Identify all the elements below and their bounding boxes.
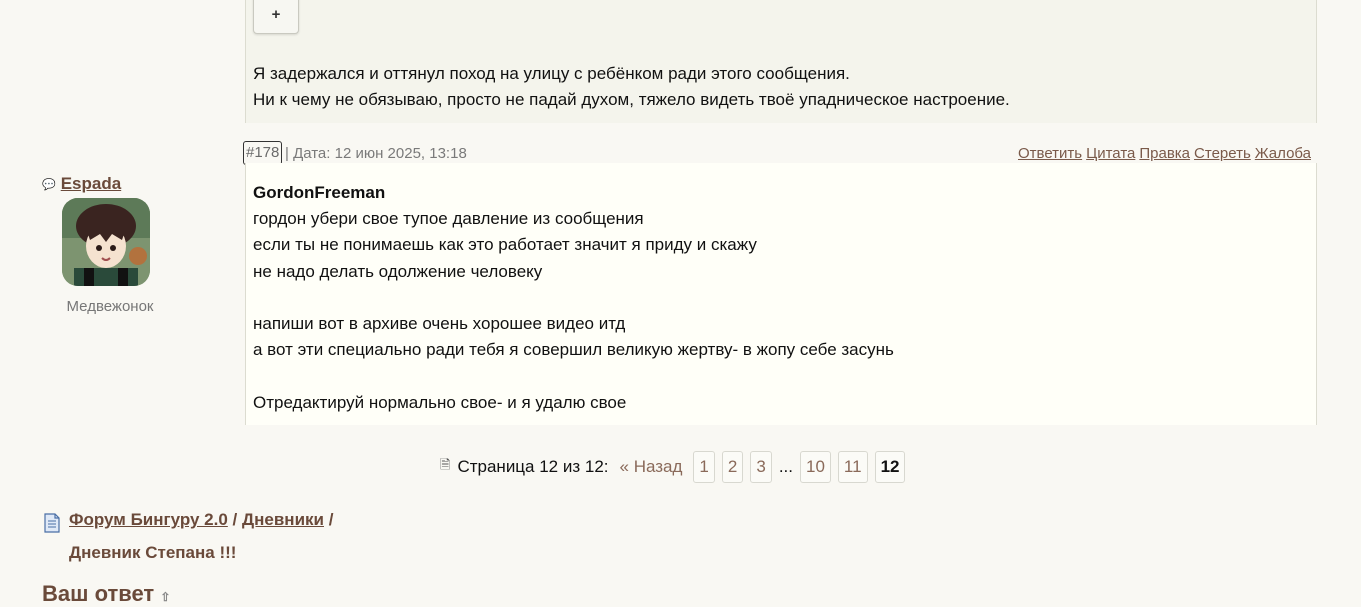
page-link-2[interactable]: 2 (721, 451, 744, 483)
page-link-1[interactable]: 1 (693, 451, 715, 483)
breadcrumb-section-link[interactable]: Дневники (242, 510, 324, 529)
previous-post-line: Я задержался и оттянул поход на улицу с … (253, 64, 850, 83)
breadcrumb-separator: / (328, 510, 334, 529)
page-link-3[interactable]: 3 (750, 451, 772, 483)
reply-link[interactable]: Ответить (1018, 145, 1082, 162)
delete-link[interactable]: Стереть (1194, 145, 1251, 162)
previous-post: + Я задержался и оттянул поход на улицу … (245, 0, 1317, 123)
previous-post-line: Ни к чему не обязываю, просто не падай д… (253, 90, 1010, 109)
document-icon (44, 513, 60, 533)
chat-bubble-icon[interactable]: 💬 (42, 178, 56, 191)
post-line (253, 285, 894, 311)
post-body: GordonFreeman гордон убери свое тупое да… (245, 163, 1317, 425)
avatar[interactable] (62, 198, 150, 286)
current-page: 12 (874, 451, 906, 483)
breadcrumb-topic: Дневник Степана !!! (69, 543, 237, 562)
pagination-label: Страница 12 из 12: (457, 457, 609, 476)
page-link-10[interactable]: 10 (799, 451, 831, 483)
post-line: Отредактируй нормально свое- и я удалю с… (253, 393, 627, 413)
edit-link[interactable]: Правка (1139, 145, 1190, 162)
avatar-image (62, 198, 150, 286)
post-line (253, 364, 894, 390)
username-row: 💬 Espada (42, 174, 121, 194)
reply-heading: Ваш ответ ⇧ (42, 581, 170, 607)
quote-link[interactable]: Цитата (1086, 145, 1135, 162)
post-actions: Ответить Цитата Правка Стереть Жалоба (1018, 145, 1311, 162)
page-icon: 🗎 (440, 457, 451, 472)
post-text: гордон убери свое тупое давление из сооб… (253, 206, 894, 416)
post-line: если ты не понимаешь как это работает зн… (253, 235, 757, 255)
username-link[interactable]: Espada (61, 174, 121, 194)
post-line: гордон убери свое тупое давление из сооб… (253, 209, 644, 228)
breadcrumb-forum-link[interactable]: Форум Бингуру 2.0 (69, 510, 228, 529)
post-header: #178 | Дата: 12 июн 2025, 13:18 Ответить… (243, 141, 1311, 165)
post-number-link[interactable]: #178 (243, 141, 283, 165)
report-link[interactable]: Жалоба (1255, 145, 1311, 162)
scroll-up-icon[interactable]: ⇧ (160, 590, 170, 604)
previous-post-text: Я задержался и оттянул поход на улицу с … (253, 61, 1010, 113)
previous-page-link[interactable]: « Назад (620, 457, 683, 477)
pagination: 🗎 Страница 12 из 12: « Назад 1 2 3 ... 1… (440, 451, 906, 483)
breadcrumb-path: Форум Бингуру 2.0 / Дневники / (69, 510, 333, 530)
post-date: | Дата: 12 июн 2025, 13:18 (285, 145, 467, 162)
quote-author: GordonFreeman (253, 183, 386, 202)
expand-button[interactable]: + (253, 0, 299, 34)
pagination-ellipsis: ... (778, 457, 793, 476)
post-line: а вот эти специально ради тебя я соверши… (253, 340, 894, 360)
post-line: не надо делать одолжение человеку (253, 261, 543, 281)
reply-heading-text: Ваш ответ (42, 581, 155, 606)
user-rank: Медвежонок (66, 298, 154, 315)
post-line: напиши вот в архиве очень хорошее видео … (253, 314, 626, 334)
page-link-11[interactable]: 11 (837, 451, 868, 483)
breadcrumb-separator: / (232, 510, 238, 529)
